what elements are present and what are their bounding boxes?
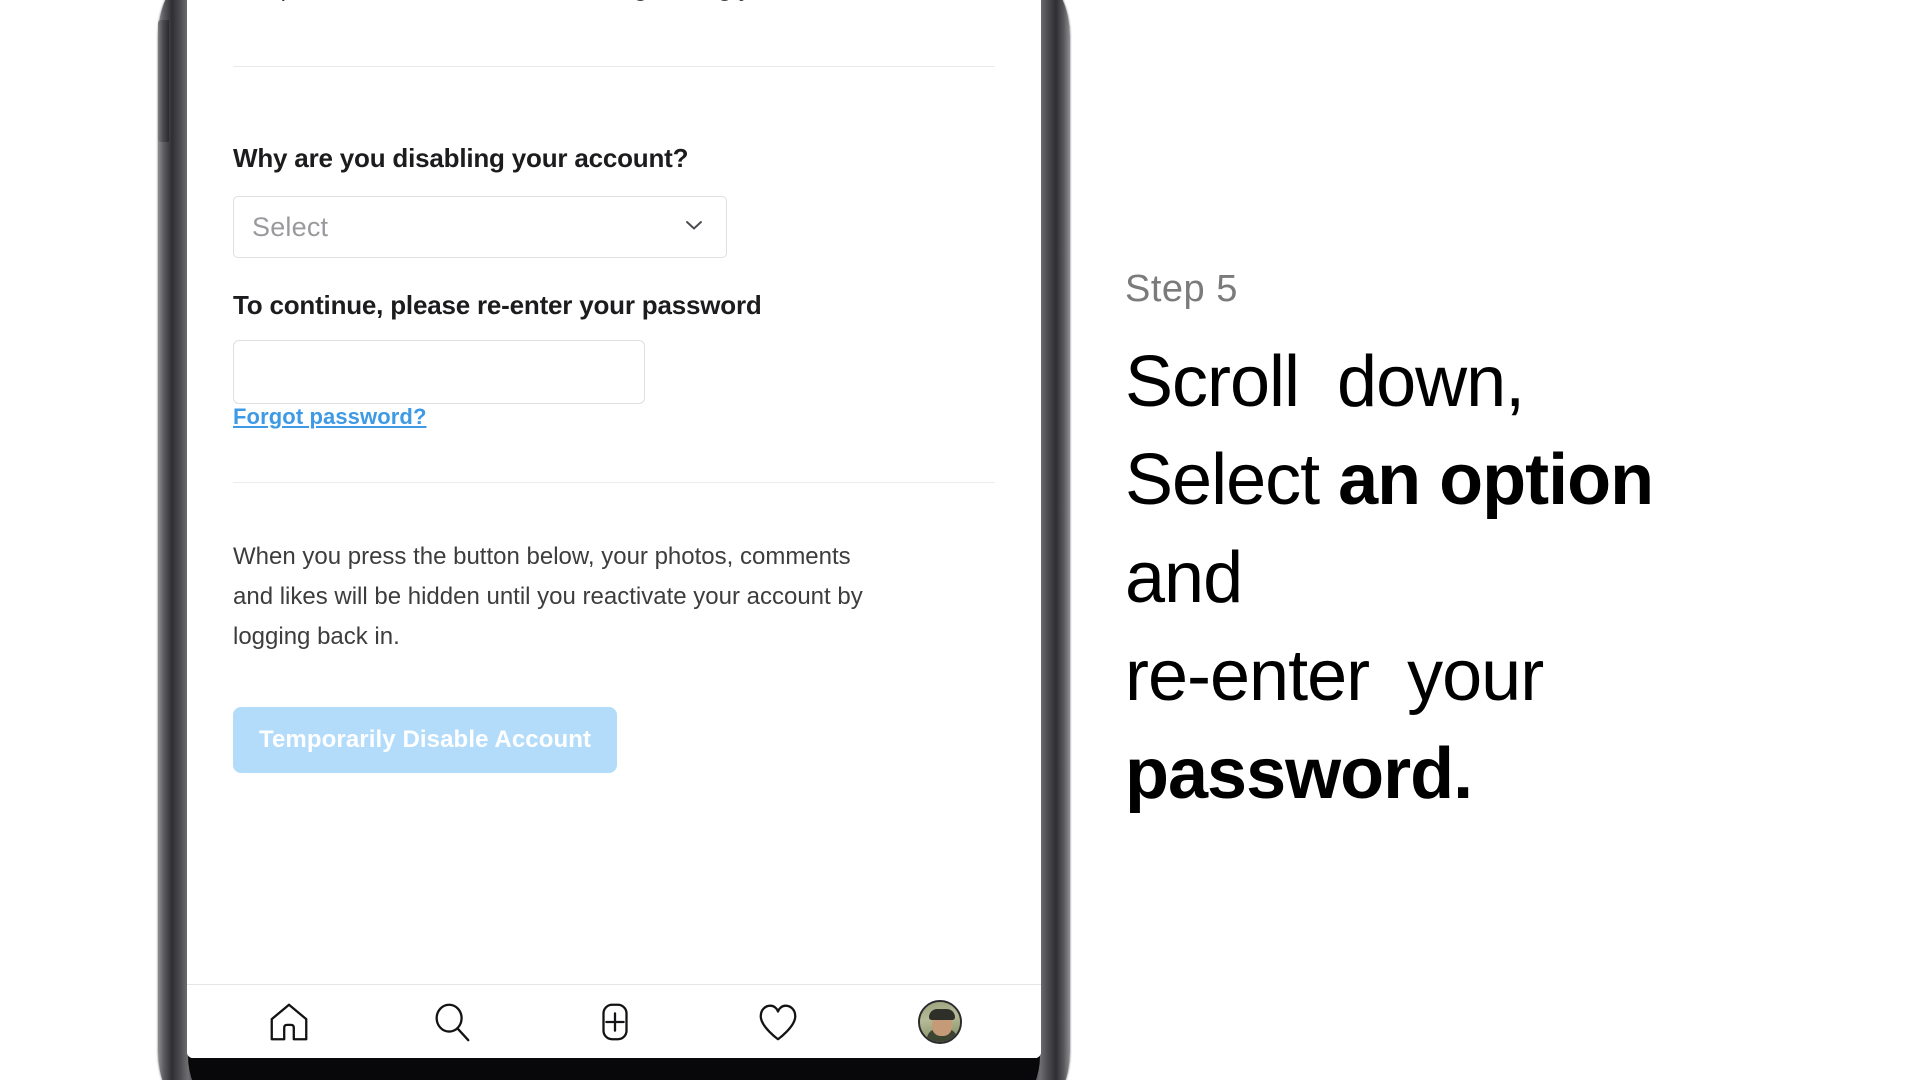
instruction-caption: Step 5 Scroll down, Select an option and… [1125,268,1885,823]
caption-line-4: re-enter your [1125,627,1885,725]
caption-line-3-regular: and [1125,538,1243,618]
password-input[interactable] [233,340,645,404]
instagram-settings-page: compromises when it comes to safeguardin… [187,0,1041,984]
disable-note-text: When you press the button below, your ph… [233,543,863,650]
volume-button[interactable] [158,20,169,142]
caption-line-5-bold: password. [1125,734,1473,814]
caption-line-5: password. [1125,725,1885,823]
phone-mockup: compromises when it comes to safeguardin… [158,0,1070,1080]
search-icon[interactable] [429,999,475,1045]
caption-line-4-regular: re-enter your [1125,636,1544,716]
caption-line-2-regular: Select [1125,440,1339,520]
home-icon[interactable] [266,999,312,1045]
heart-icon[interactable] [755,999,801,1045]
disable-reason-select[interactable]: Select [233,196,727,258]
screenshot-root: compromises when it comes to safeguardin… [0,0,1920,1080]
disable-reason-question: Why are you disabling your account? [233,143,689,173]
caption-line-3: and [1125,529,1885,627]
instagram-bottom-nav [187,984,1041,1058]
select-value: Select [252,211,329,242]
phone-screen: compromises when it comes to safeguardin… [187,0,1041,1058]
caption-line-1-regular: Scroll down, [1125,342,1525,422]
caption-line-1: Scroll down, [1125,333,1885,431]
step-label: Step 5 [1125,268,1238,310]
avatar-cap [929,1008,956,1020]
chevron-down-icon [684,215,704,235]
profile-avatar[interactable] [918,999,963,1044]
temporarily-disable-account-button[interactable]: Temporarily Disable Account [233,707,618,773]
divider-top [233,66,995,67]
divider-bottom [233,482,995,483]
caption-line-2-bold: an option [1338,440,1654,520]
add-post-icon[interactable] [592,999,638,1045]
intro-paragraph: compromises when it comes to safeguardin… [233,0,995,8]
password-label: To continue, please re-enter your passwo… [233,290,762,320]
caption-line-2: Select an option [1125,431,1885,529]
forgot-password-link[interactable]: Forgot password? [233,404,427,429]
